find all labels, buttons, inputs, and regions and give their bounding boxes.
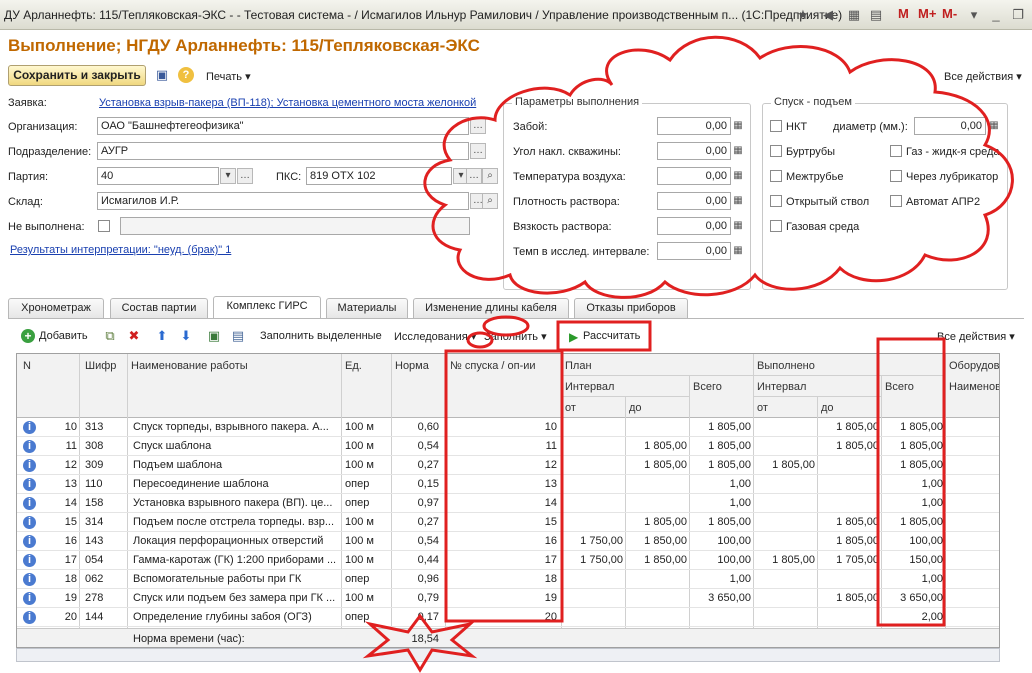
annotation-rect-nspuska [444,349,564,623]
annotation-rect-vsego [876,337,946,627]
annotation-ellipse-small [466,331,494,349]
annotation-overlay [362,35,1014,673]
annotation-ellipse [482,315,530,337]
annotation-rect-calc [556,320,652,352]
annotation-star [362,613,478,673]
annotation-cloud [423,35,1014,299]
